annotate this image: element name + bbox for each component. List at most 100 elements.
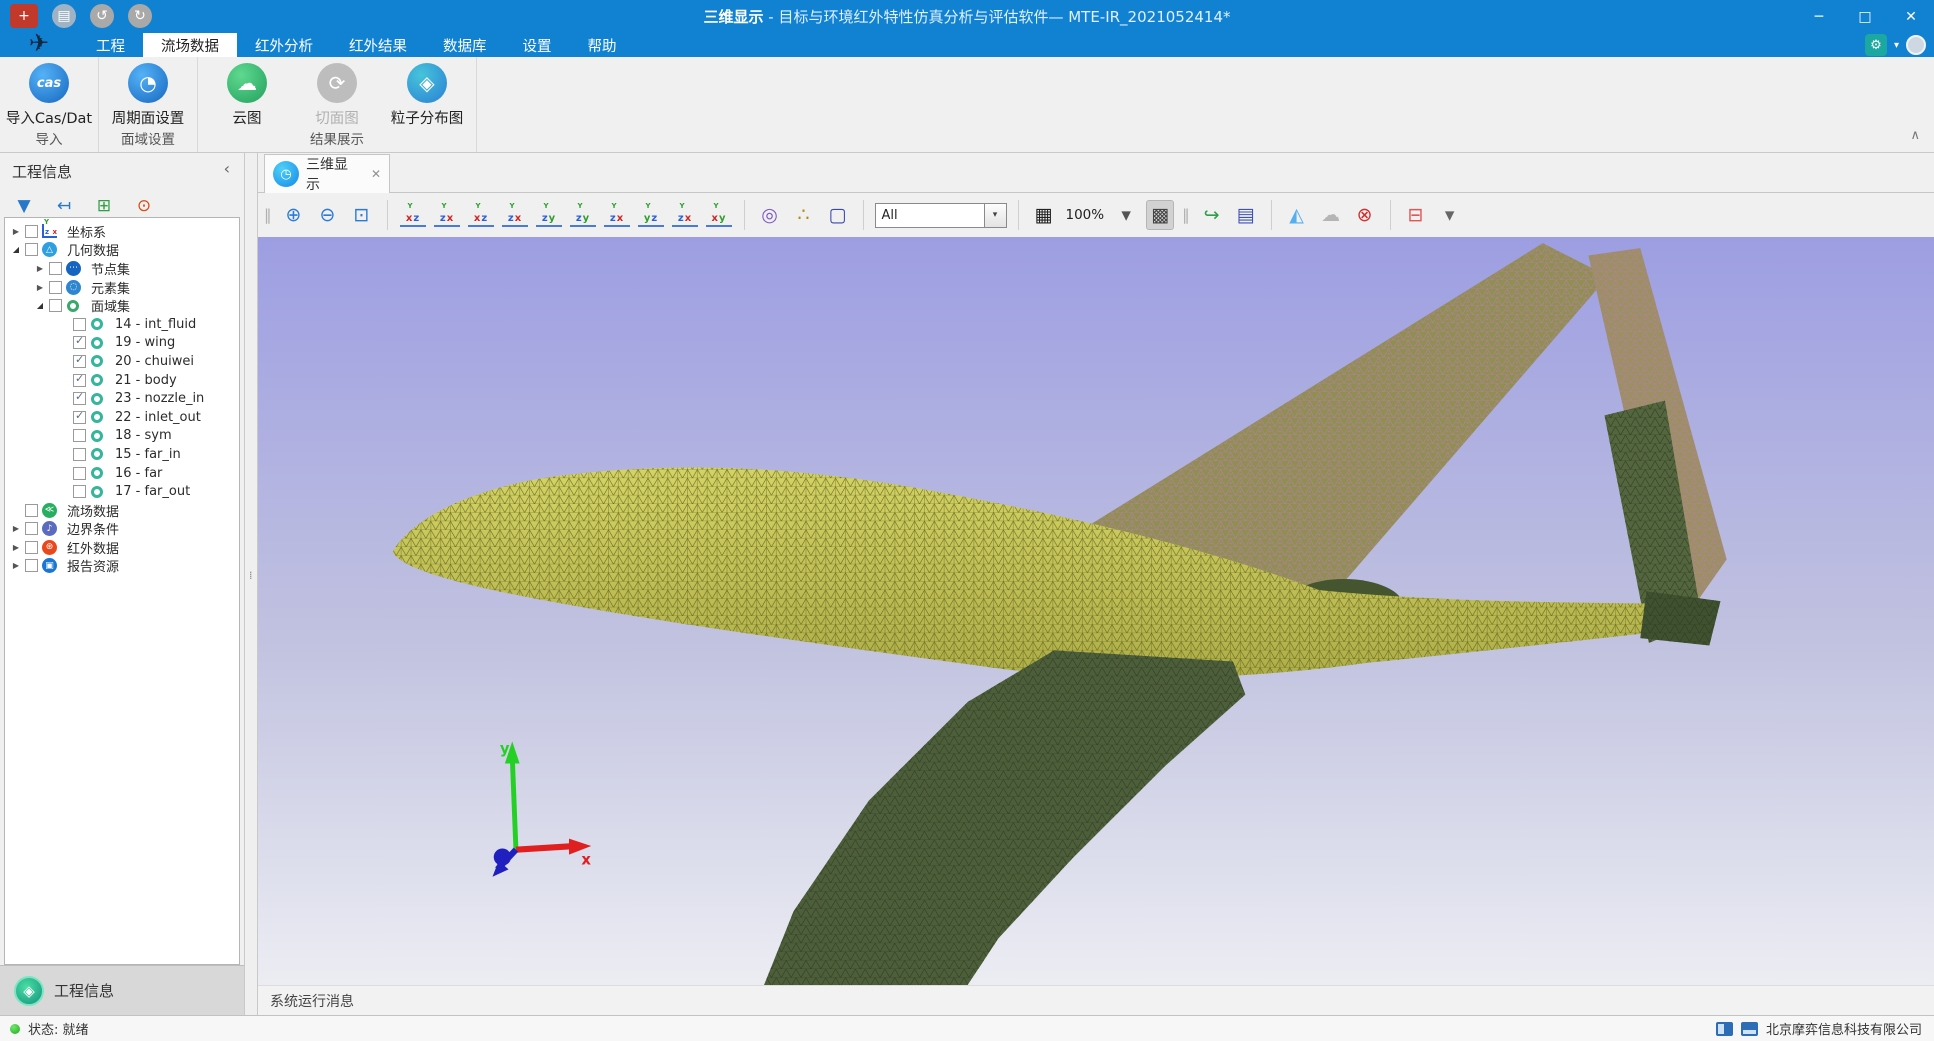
view-back-button[interactable]: zx bbox=[434, 203, 460, 227]
layout-toggle-icon-1[interactable] bbox=[1716, 1022, 1733, 1036]
menu-item-红外结果[interactable]: 红外结果 bbox=[331, 33, 425, 57]
menu-item-数据库[interactable]: 数据库 bbox=[425, 33, 505, 57]
tree-expander-icon[interactable]: ▶ bbox=[9, 543, 23, 552]
tree-item[interactable]: 23 - nozzle_in bbox=[5, 389, 239, 408]
tree-checkbox[interactable] bbox=[73, 355, 86, 368]
zoom-fit-button[interactable]: ⊡ bbox=[348, 200, 376, 230]
tree-item[interactable]: 15 - far_in bbox=[5, 445, 239, 464]
tree-item[interactable]: ▶⊛红外数据 bbox=[5, 538, 239, 557]
view-iso-3-button[interactable]: zx bbox=[672, 203, 698, 227]
tree-checkbox[interactable] bbox=[73, 374, 86, 387]
view-bottom-button[interactable]: zy bbox=[570, 203, 596, 227]
view-right-button[interactable]: zx bbox=[502, 203, 528, 227]
view-top-button[interactable]: zy bbox=[536, 203, 562, 227]
tree-checkbox[interactable] bbox=[73, 429, 86, 442]
menu-item-设置[interactable]: 设置 bbox=[505, 33, 570, 57]
snapshot-button[interactable]: ▤ bbox=[1232, 200, 1260, 230]
save-view-dropdown-button[interactable]: ▾ bbox=[1436, 200, 1464, 230]
tree-checkbox[interactable] bbox=[49, 262, 62, 275]
app-button-icon[interactable]: + bbox=[10, 4, 38, 28]
display-filter-combobox[interactable]: All▾ bbox=[875, 203, 1007, 228]
box-select-button[interactable]: ▢ bbox=[824, 200, 852, 230]
zoom-in-button[interactable]: ⊕ bbox=[280, 200, 308, 230]
tree-checkbox[interactable] bbox=[25, 225, 38, 238]
menu-item-工程[interactable]: 工程 bbox=[78, 33, 143, 57]
periodic-surface-settings-button[interactable]: ◔周期面设置 bbox=[105, 63, 191, 128]
panel-splitter[interactable]: ⁞ bbox=[244, 153, 258, 1015]
view-iso-1-button[interactable]: zx bbox=[604, 203, 630, 227]
tree-item[interactable]: 22 - inlet_out bbox=[5, 408, 239, 427]
maximize-button[interactable]: □ bbox=[1842, 0, 1888, 33]
view-iso-4-button[interactable]: xy bbox=[706, 203, 732, 227]
tree-checkbox[interactable] bbox=[25, 504, 38, 517]
export-view-button[interactable]: ↪ bbox=[1198, 200, 1226, 230]
tree-item[interactable]: ▶Yzx坐标系 bbox=[5, 222, 239, 241]
tree-checkbox[interactable] bbox=[25, 541, 38, 554]
texture-pattern-button[interactable]: ▦ bbox=[1030, 200, 1058, 230]
mirror-button[interactable]: ◭ bbox=[1283, 200, 1311, 230]
tree-item[interactable]: 14 - int_fluid bbox=[5, 315, 239, 334]
view-front-button[interactable]: xz bbox=[400, 203, 426, 227]
tree-item[interactable]: 18 - sym bbox=[5, 427, 239, 446]
tree-expander-icon[interactable]: ▶ bbox=[9, 524, 23, 533]
tree-checkbox[interactable] bbox=[73, 485, 86, 498]
menu-item-帮助[interactable]: 帮助 bbox=[570, 33, 635, 57]
tree-expander-icon[interactable]: ◢ bbox=[9, 245, 23, 254]
particle-distribution-plot-button[interactable]: ◈粒子分布图 bbox=[384, 63, 470, 128]
tree-checkbox[interactable] bbox=[25, 243, 38, 256]
tree-item[interactable]: 20 - chuiwei bbox=[5, 352, 239, 371]
close-button[interactable]: ✕ bbox=[1888, 0, 1934, 33]
tree-expander-icon[interactable]: ▶ bbox=[9, 561, 23, 570]
share-cloud-button[interactable]: ☁ bbox=[1317, 200, 1345, 230]
tree-checkbox[interactable] bbox=[49, 299, 62, 312]
menu-item-红外分析[interactable]: 红外分析 bbox=[237, 33, 331, 57]
tree-checkbox[interactable] bbox=[73, 336, 86, 349]
view-iso-2-button[interactable]: yz bbox=[638, 203, 664, 227]
layout-toggle-icon-2[interactable] bbox=[1741, 1022, 1758, 1036]
particle-trace-button[interactable]: ∴ bbox=[790, 200, 818, 230]
contour-plot-button[interactable]: ☁云图 bbox=[204, 63, 290, 128]
tree-item[interactable]: 17 - far_out bbox=[5, 482, 239, 501]
minimize-button[interactable]: ─ bbox=[1796, 0, 1842, 33]
zoom-level-label[interactable]: 100% bbox=[1066, 207, 1105, 223]
project-panel-bottom-bar[interactable]: ◈ 工程信息 bbox=[0, 965, 244, 1015]
viewport-3d[interactable]: x y bbox=[258, 237, 1934, 985]
tree-checkbox[interactable] bbox=[73, 411, 86, 424]
redo-icon[interactable]: ↻ bbox=[128, 4, 152, 28]
tree-checkbox[interactable] bbox=[73, 318, 86, 331]
save-view-button[interactable]: ⊟ bbox=[1402, 200, 1430, 230]
tree-item[interactable]: ≪流场数据 bbox=[5, 501, 239, 520]
tree-checkbox[interactable] bbox=[49, 281, 62, 294]
zoom-out-button[interactable]: ⊖ bbox=[314, 200, 342, 230]
tree-item[interactable]: ◢面域集 bbox=[5, 296, 239, 315]
ribbon-collapse-icon[interactable]: ∧ bbox=[1910, 128, 1920, 143]
tree-expander-icon[interactable]: ◢ bbox=[33, 301, 47, 310]
locate-icon[interactable]: ⊙ bbox=[132, 194, 156, 218]
probe-button[interactable]: ◎ bbox=[756, 200, 784, 230]
tree-expander-icon[interactable]: ▶ bbox=[9, 227, 23, 236]
undo-icon[interactable]: ↺ bbox=[90, 4, 114, 28]
menu-dropdown-caret-icon[interactable]: ▾ bbox=[1894, 40, 1899, 51]
tree-checkbox[interactable] bbox=[25, 522, 38, 535]
tree-checkbox[interactable] bbox=[73, 392, 86, 405]
import-cas-dat-button[interactable]: cas导入Cas/Dat bbox=[6, 63, 92, 128]
tree-item[interactable]: ▶♪边界条件 bbox=[5, 520, 239, 539]
tab-close-icon[interactable]: ✕ bbox=[371, 167, 381, 181]
group-view-icon[interactable]: ⊞ bbox=[92, 194, 116, 218]
tree-item[interactable]: 21 - body bbox=[5, 371, 239, 390]
help-icon[interactable] bbox=[1906, 35, 1926, 55]
new-file-icon[interactable]: ▤ bbox=[52, 4, 76, 28]
zoom-level-dropdown-button[interactable]: ▾ bbox=[1112, 200, 1140, 230]
filter-icon[interactable]: ▼ bbox=[12, 194, 36, 218]
tree-checkbox[interactable] bbox=[25, 559, 38, 572]
view-left-button[interactable]: xz bbox=[468, 203, 494, 227]
mesh-toggle-button[interactable]: ▩ bbox=[1146, 200, 1174, 230]
tree-item[interactable]: 19 - wing bbox=[5, 334, 239, 353]
panel-collapse-icon[interactable]: ‹ bbox=[224, 159, 230, 178]
tree-item[interactable]: ▶⋯节点集 bbox=[5, 259, 239, 278]
cancel-button[interactable]: ⊗ bbox=[1351, 200, 1379, 230]
tab-3d-view[interactable]: ◷ 三维显示 ✕ bbox=[264, 154, 390, 193]
collapse-all-icon[interactable]: ↤ bbox=[52, 194, 76, 218]
tree-expander-icon[interactable]: ▶ bbox=[33, 283, 47, 292]
tree-item[interactable]: ▶▣报告资源 bbox=[5, 557, 239, 576]
